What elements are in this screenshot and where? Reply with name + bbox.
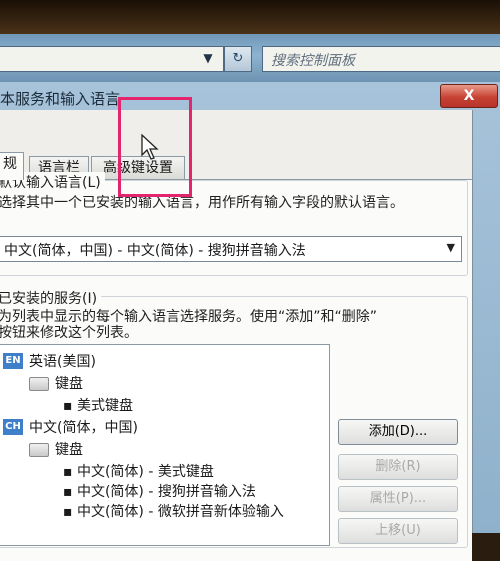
tree-item-us-keyboard[interactable]: ▪ 美式键盘	[63, 395, 133, 415]
tree-item-chinese-us-keyboard[interactable]: ▪ 中文(简体) - 美式键盘	[63, 461, 214, 481]
default-language-value: 中文(简体，中国) - 中文(简体) - 搜狗拼音输入法	[4, 243, 306, 259]
address-dropdown-icon[interactable]: ▼	[198, 48, 218, 68]
english-language-icon: EN	[3, 353, 23, 369]
tab-general[interactable]: 规	[0, 152, 24, 180]
installed-services-tree[interactable]: EN 英语(美国) 键盘 ▪ 美式键盘 CH 中文(简体，中国) 键盘 ▪ 中文…	[0, 344, 330, 546]
keyboard-icon	[29, 377, 49, 391]
default-language-description: 选择其中一个已安装的输入语言，用作所有输入字段的默认语言。	[0, 195, 404, 211]
sogou-pinyin-label: 中文(简体) - 搜狗拼音输入法	[76, 484, 256, 500]
chevron-down-icon: ▼	[446, 241, 455, 254]
explorer-toolbar: ▼ ↻ 搜索控制面板	[0, 34, 500, 82]
tree-item-english-keyboard[interactable]: 键盘	[55, 373, 83, 393]
dialog-title: 本服务和输入语言	[0, 90, 121, 108]
tree-item-english[interactable]: 英语(美国)	[29, 351, 96, 371]
chinese-us-keyboard-label: 中文(简体) - 美式键盘	[76, 464, 214, 480]
address-bar[interactable]	[0, 46, 224, 72]
tree-item-chinese-keyboard[interactable]: 键盘	[55, 439, 83, 459]
tree-item-chinese[interactable]: 中文(简体，中国)	[29, 417, 138, 437]
tree-item-microsoft-pinyin[interactable]: ▪ 中文(简体) - 微软拼音新体验输入	[63, 501, 284, 521]
close-button[interactable]: X	[440, 84, 498, 108]
tree-item-sogou-pinyin[interactable]: ▪ 中文(简体) - 搜狗拼音输入法	[63, 481, 256, 501]
search-placeholder: 搜索控制面板	[271, 53, 355, 69]
search-input[interactable]: 搜索控制面板	[262, 46, 500, 72]
refresh-button[interactable]: ↻	[224, 46, 252, 72]
remove-button[interactable]: 删除(R)	[338, 454, 458, 480]
properties-button[interactable]: 属性(P)...	[338, 486, 458, 512]
monitor-bezel	[0, 0, 500, 34]
mouse-cursor-icon	[141, 134, 159, 160]
default-language-select[interactable]: 中文(简体，中国) - 中文(简体) - 搜狗拼音输入法 ▼	[0, 236, 462, 262]
us-keyboard-label: 美式键盘	[76, 398, 133, 414]
microsoft-pinyin-label: 中文(简体) - 微软拼音新体验输入	[76, 504, 284, 520]
add-button[interactable]: 添加(D)...	[338, 419, 458, 445]
keyboard-icon	[29, 443, 49, 457]
move-up-button[interactable]: 上移(U)	[338, 518, 458, 544]
chinese-language-icon: CH	[3, 419, 23, 435]
installed-services-heading: 已安装的服务(I)	[0, 288, 102, 308]
installed-services-description-2: 按钮来修改这个列表。	[0, 325, 138, 341]
